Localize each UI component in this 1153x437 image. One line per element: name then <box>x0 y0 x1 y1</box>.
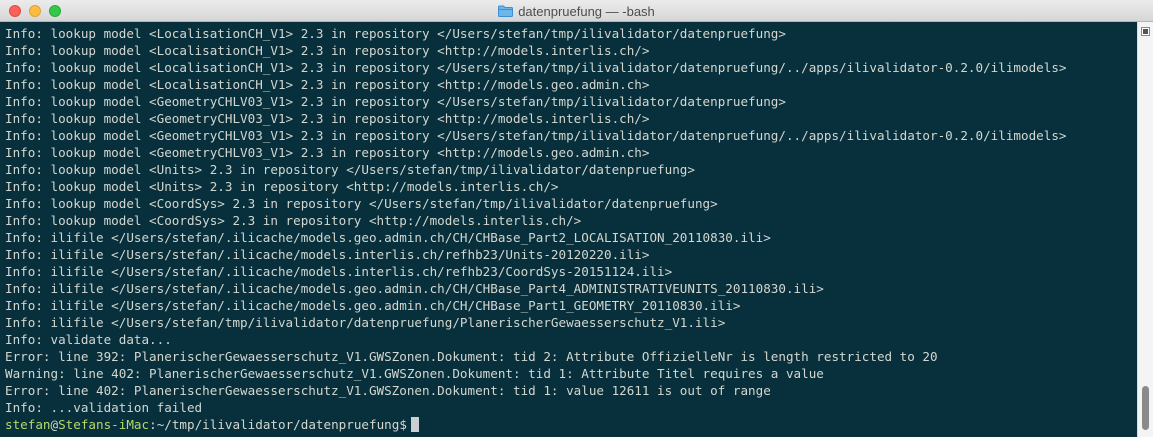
output-line: Info: lookup model <LocalisationCH_V1> 2… <box>5 26 786 41</box>
output-line: Info: lookup model <GeometryCHLV03_V1> 2… <box>5 145 650 160</box>
terminal-output[interactable]: Info: lookup model <LocalisationCH_V1> 2… <box>0 22 1137 437</box>
title-bar: datenpruefung — -bash <box>0 0 1153 22</box>
output-line: Info: lookup model <LocalisationCH_V1> 2… <box>5 77 650 92</box>
output-line: Info: lookup model <GeometryCHLV03_V1> 2… <box>5 111 650 126</box>
output-line: Error: line 402: PlanerischerGewaessersc… <box>5 383 771 398</box>
terminal-window: datenpruefung — -bash Info: lookup model… <box>0 0 1153 437</box>
prompt-user: stefan <box>5 417 51 432</box>
folder-icon <box>498 5 514 17</box>
output-line: Info: ilifile </Users/stefan/tmp/ilivali… <box>5 315 726 330</box>
output-line: Info: ilifile </Users/stefan/.ilicache/m… <box>5 281 824 296</box>
output-line: Info: lookup model <LocalisationCH_V1> 2… <box>5 43 650 58</box>
output-line: Info: ilifile </Users/stefan/.ilicache/m… <box>5 247 650 262</box>
prompt-line: stefan@Stefans-iMac:~/tmp/ilivalidator/d… <box>5 416 1137 433</box>
prompt-path: ~/tmp/ilivalidator/datenpruefung$ <box>156 417 407 432</box>
output-line: Info: validate data... <box>5 332 172 347</box>
output-line: Info: lookup model <GeometryCHLV03_V1> 2… <box>5 94 786 109</box>
output-line: Info: lookup model <Units> 2.3 in reposi… <box>5 162 695 177</box>
output-line: Info: ...validation failed <box>5 400 203 415</box>
window-title: datenpruefung — -bash <box>518 3 655 19</box>
output-line: Info: lookup model <GeometryCHLV03_V1> 2… <box>5 128 1067 143</box>
prompt-at: @ <box>50 417 59 432</box>
scrollbar-marker-icon <box>1141 27 1150 36</box>
output-line: Info: lookup model <Units> 2.3 in reposi… <box>5 179 559 194</box>
output-line: Info: lookup model <CoordSys> 2.3 in rep… <box>5 213 582 228</box>
output-lines: Info: lookup model <LocalisationCH_V1> 2… <box>5 25 1137 416</box>
prompt-host: Stefans-iMac <box>58 417 150 432</box>
output-line: Info: ilifile </Users/stefan/.ilicache/m… <box>5 230 771 245</box>
output-line: Warning: line 402: PlanerischerGewaesser… <box>5 366 824 381</box>
output-line: Info: ilifile </Users/stefan/.ilicache/m… <box>5 298 741 313</box>
vertical-scrollbar[interactable] <box>1137 22 1153 437</box>
text-cursor <box>410 417 419 432</box>
prompt-colon: : <box>149 417 157 432</box>
output-line: Error: line 392: PlanerischerGewaessersc… <box>5 349 938 364</box>
output-line: Info: lookup model <CoordSys> 2.3 in rep… <box>5 196 718 211</box>
output-line: Info: lookup model <LocalisationCH_V1> 2… <box>5 60 1067 75</box>
window-title-area: datenpruefung — -bash <box>0 0 1153 22</box>
scrollbar-thumb[interactable] <box>1142 386 1149 430</box>
output-line: Info: ilifile </Users/stefan/.ilicache/m… <box>5 264 673 279</box>
